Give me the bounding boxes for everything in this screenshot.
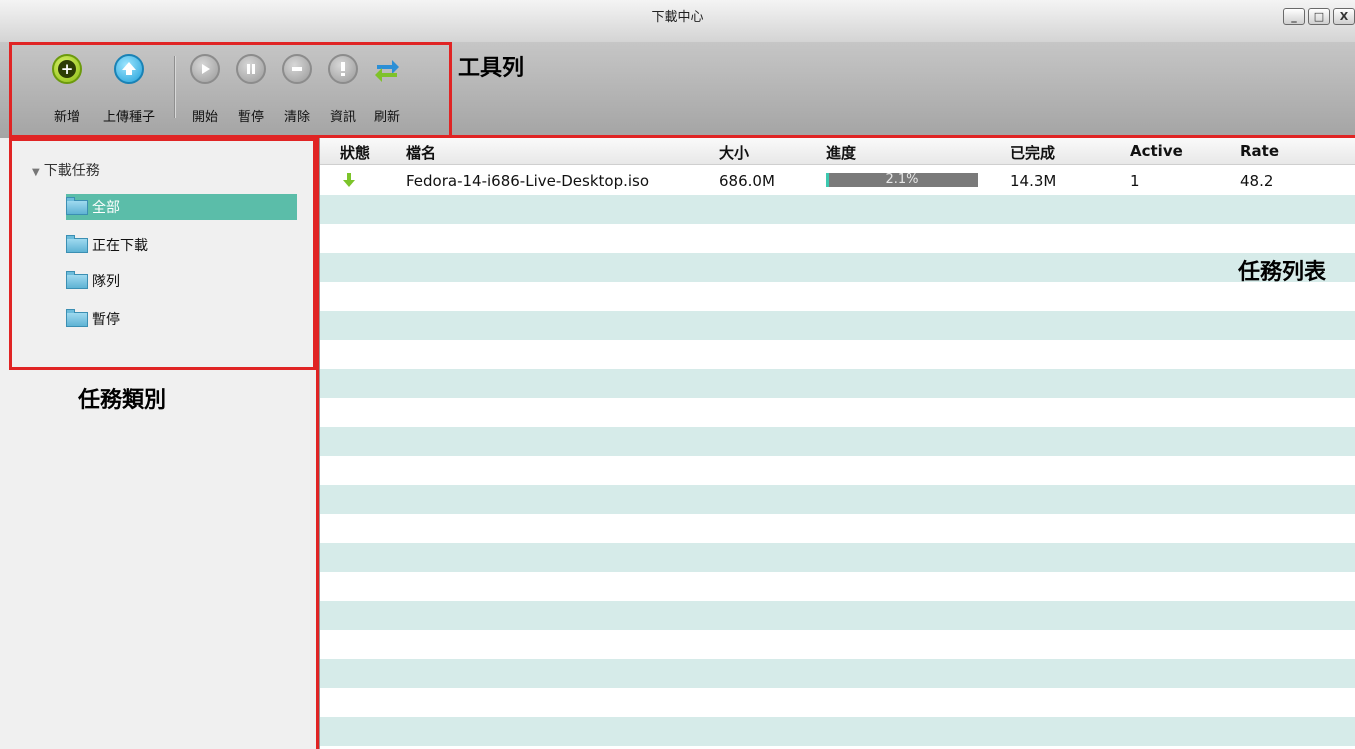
column-completed[interactable]: 已完成 (1010, 142, 1055, 163)
maximize-button[interactable]: □ (1308, 8, 1330, 25)
category-queue[interactable]: 隊列 (66, 268, 297, 294)
tree-root-label: 下載任務 (43, 163, 100, 179)
category-all[interactable]: 全部 (66, 194, 297, 220)
empty-row (320, 601, 1355, 630)
category-paused-label: 暫停 (92, 312, 120, 328)
upload-torrent-button-label: 上傳種子 (102, 110, 155, 125)
task-list-panel: 狀態 檔名 大小 進度 已完成 Active Rate Fedora-14-i6… (320, 138, 1355, 749)
empty-row (320, 572, 1355, 601)
category-all-label: 全部 (92, 200, 120, 216)
close-button[interactable]: X (1333, 8, 1355, 25)
empty-row (320, 688, 1355, 717)
row-size: 686.0M (719, 172, 775, 190)
row-progress-text: 2.1% (885, 172, 919, 187)
toolbar: + 新增 上傳種子 開始 暫停 清除 資訊 刷新 工具列 (0, 42, 1355, 138)
download-arrow-icon (343, 173, 355, 187)
row-filename: Fedora-14-i686-Live-Desktop.iso (406, 172, 650, 190)
empty-row (320, 630, 1355, 659)
category-queue-label: 隊列 (92, 274, 120, 290)
toolbar-annotation: 工具列 (458, 56, 525, 81)
empty-row (320, 282, 1355, 311)
refresh-icon (372, 54, 402, 84)
empty-row (320, 253, 1355, 282)
refresh-button[interactable]: 刷新 (364, 54, 410, 125)
upload-icon (114, 54, 144, 84)
category-downloading[interactable]: 正在下載 (66, 232, 297, 258)
info-icon (328, 54, 358, 84)
empty-row (320, 514, 1355, 543)
categories-annotation: 任務類別 (78, 388, 167, 413)
add-button-label: 新增 (53, 110, 80, 125)
column-name[interactable]: 檔名 (406, 142, 436, 163)
folder-icon (66, 270, 88, 289)
row-progress-bar: 2.1% (826, 172, 978, 187)
table-header: 狀態 檔名 大小 進度 已完成 Active Rate (320, 138, 1355, 165)
folder-icon (66, 234, 88, 253)
remove-icon (282, 54, 312, 84)
window-controls: _ □ X (1283, 8, 1355, 25)
folder-icon (66, 308, 88, 327)
column-progress[interactable]: 進度 (826, 142, 856, 163)
window-title: 下載中心 (651, 10, 704, 25)
category-downloading-label: 正在下載 (92, 238, 148, 254)
empty-row (320, 340, 1355, 369)
row-active: 1 (1130, 172, 1140, 190)
column-status[interactable]: 狀態 (340, 142, 370, 163)
empty-row (320, 398, 1355, 427)
tree-root-download-tasks[interactable]: ▼ 下載任務 (32, 160, 100, 180)
download-center-window: 下載中心 _ □ X + 新增 上傳種子 開始 暫停 清除 資訊 刷新 工具列 … (0, 0, 1355, 749)
refresh-button-label: 刷新 (373, 110, 400, 125)
empty-row (320, 456, 1355, 485)
minimize-button[interactable]: _ (1283, 8, 1305, 25)
collapse-arrow-icon[interactable]: ▼ (32, 167, 40, 178)
add-icon: + (52, 54, 82, 84)
empty-row (320, 427, 1355, 456)
empty-row (320, 369, 1355, 398)
pause-icon (236, 54, 266, 84)
task-category-panel: ▼ 下載任務 全部 正在下載 隊列 暫停 任務類別 (0, 138, 320, 749)
play-icon (190, 54, 220, 84)
table-row[interactable]: Fedora-14-i686-Live-Desktop.iso 686.0M 2… (320, 166, 1355, 195)
empty-row (320, 659, 1355, 688)
empty-row (320, 224, 1355, 253)
folder-icon (66, 196, 88, 215)
upload-torrent-button[interactable]: 上傳種子 (103, 54, 155, 125)
column-size[interactable]: 大小 (719, 142, 749, 163)
empty-row (320, 717, 1355, 746)
tasklist-annotation: 任務列表 (1238, 260, 1327, 285)
add-button[interactable]: + 新增 (44, 54, 90, 125)
empty-row (320, 311, 1355, 340)
title-bar: 下載中心 _ □ X (0, 0, 1355, 43)
row-completed: 14.3M (1010, 172, 1057, 190)
category-paused[interactable]: 暫停 (66, 306, 297, 332)
empty-row (320, 543, 1355, 572)
empty-row (320, 485, 1355, 514)
column-rate[interactable]: Rate (1240, 142, 1279, 160)
row-rate: 48.2 (1240, 172, 1274, 190)
column-active[interactable]: Active (1130, 142, 1183, 160)
empty-row (320, 195, 1355, 224)
